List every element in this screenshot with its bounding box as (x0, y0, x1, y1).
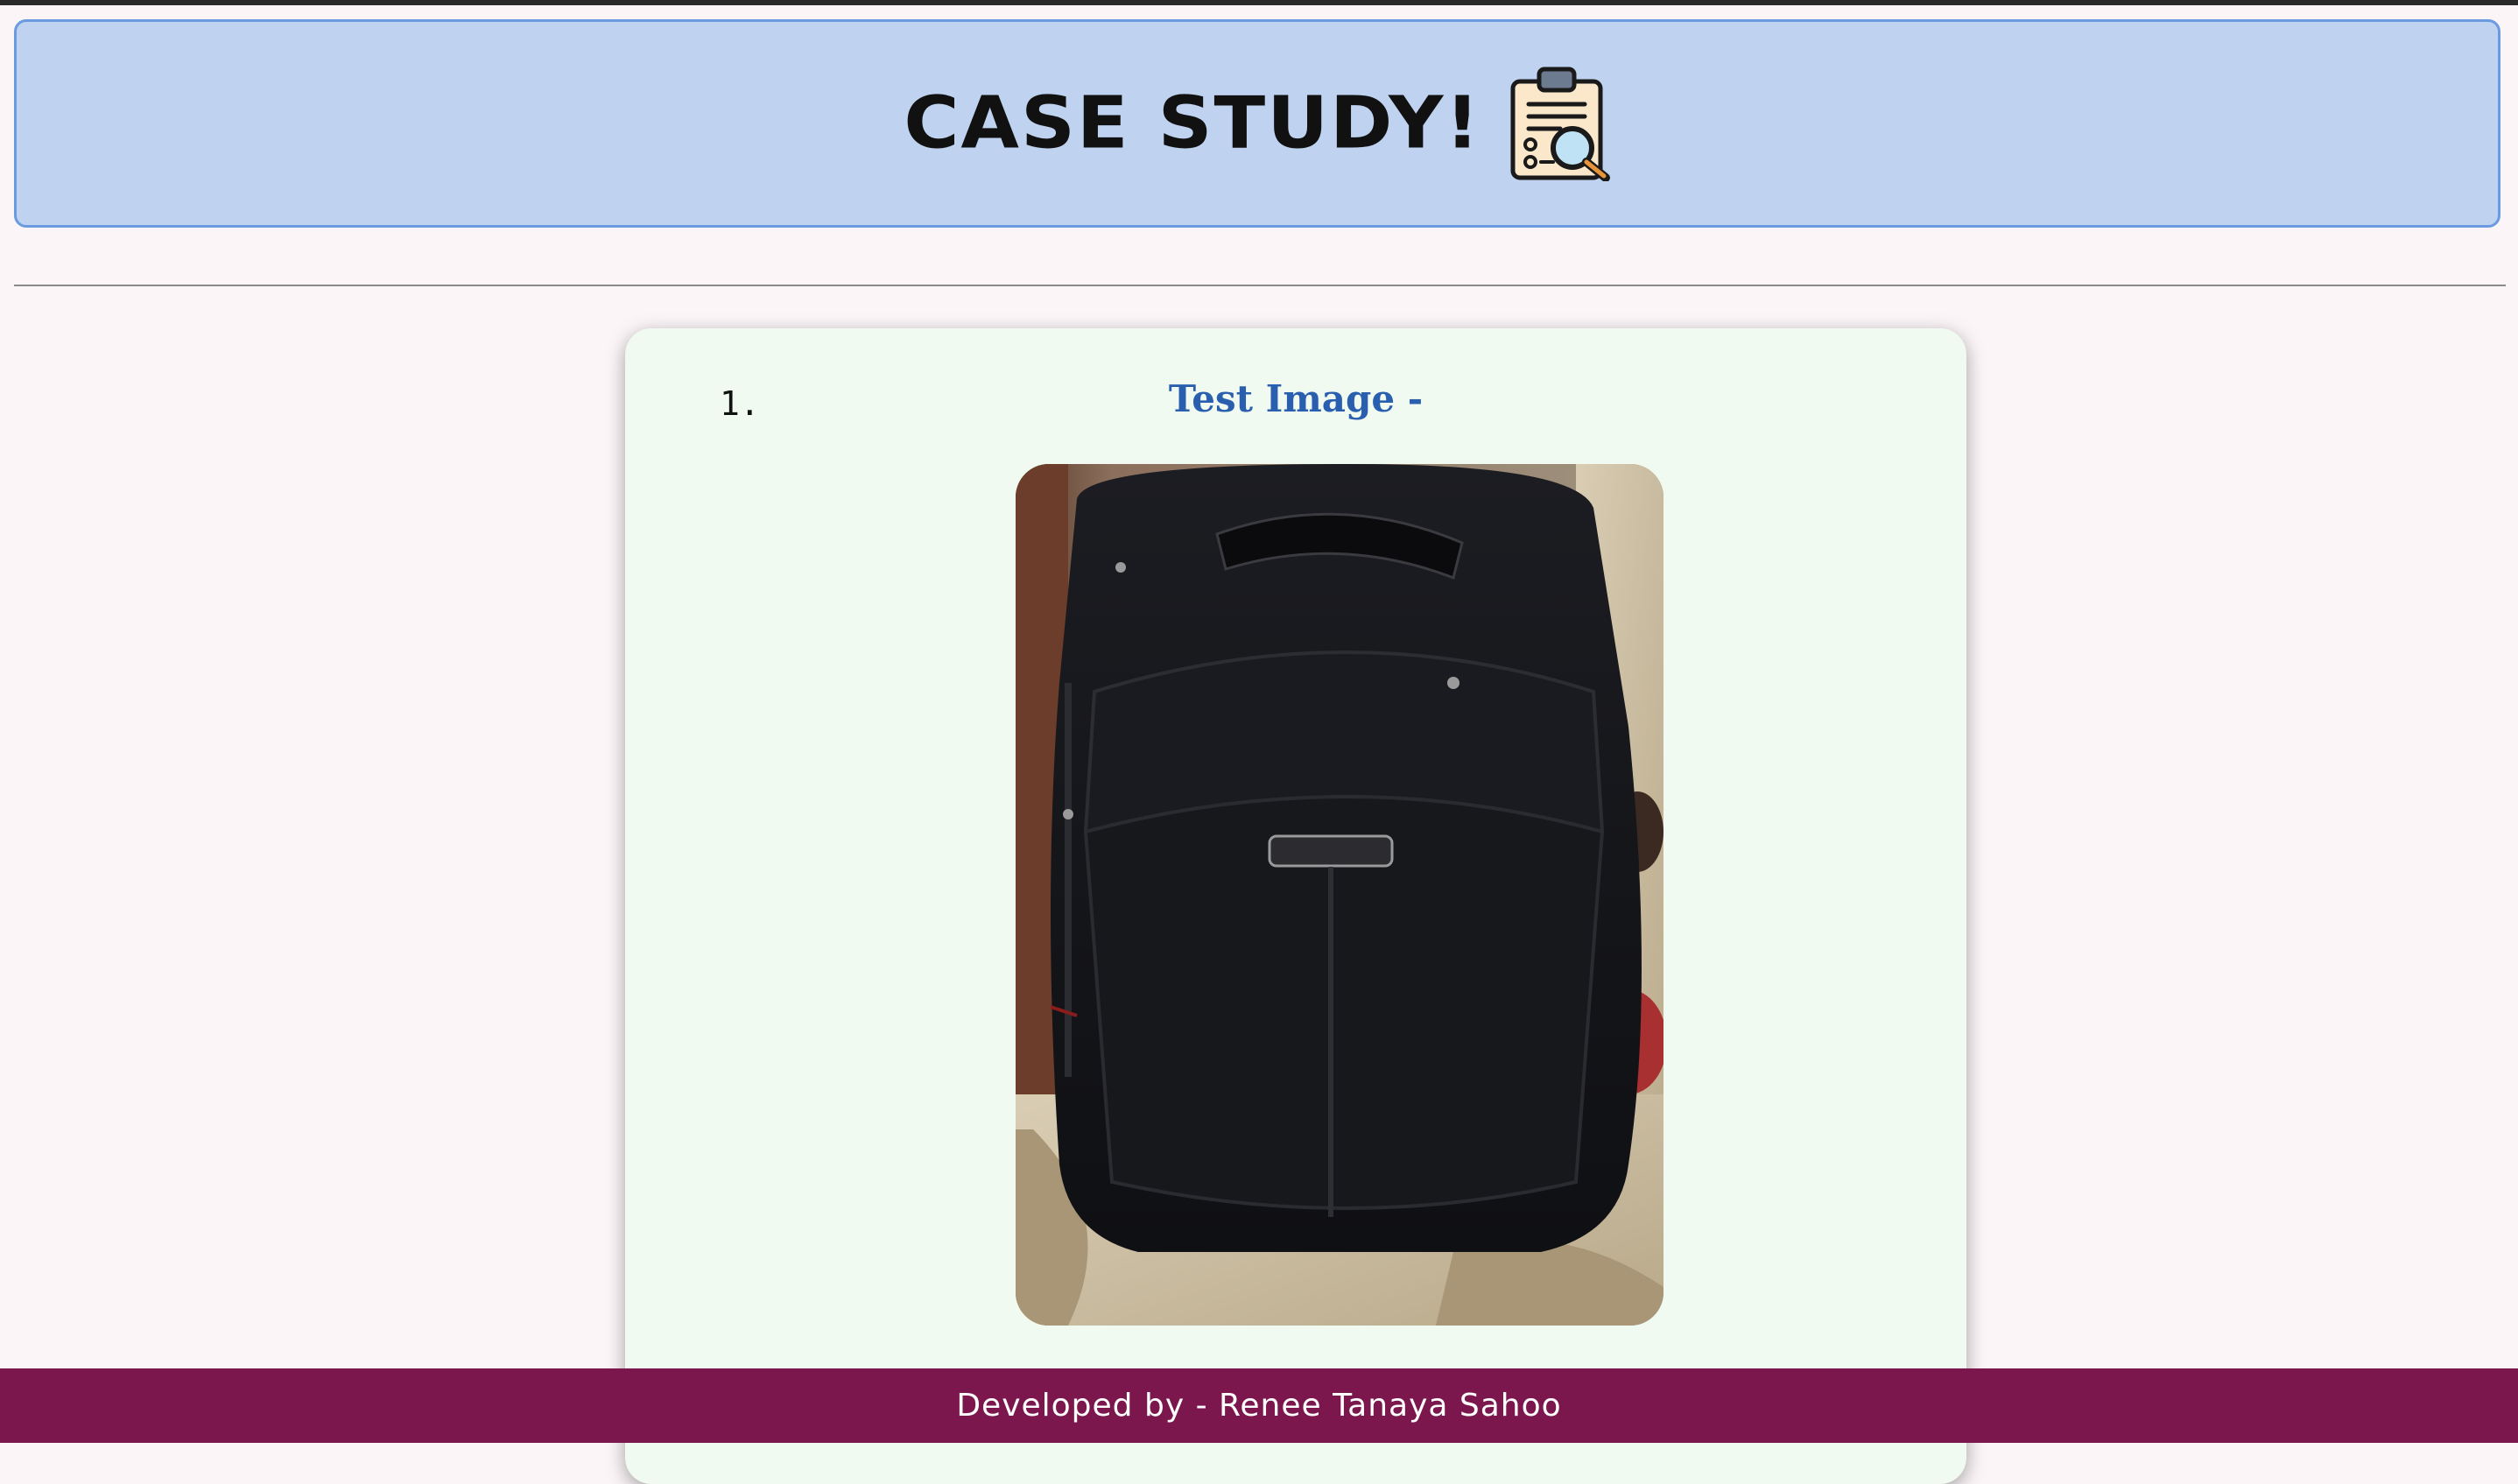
page-header: CASE STUDY! (14, 19, 2500, 228)
clipboard-magnifier-icon (1508, 66, 1611, 181)
black-backpack-photo (1016, 464, 1663, 1326)
page-title: CASE STUDY! (904, 81, 1481, 165)
footer-credit: Developed by - Renee Tanaya Sahoo (956, 1388, 1562, 1424)
case-card: 1. Test Image - (625, 328, 1966, 1484)
top-border (0, 0, 2518, 5)
page-footer: Developed by - Renee Tanaya Sahoo (0, 1368, 2518, 1443)
item-title: Test Image - (1168, 377, 1424, 420)
header-divider (14, 285, 2506, 286)
